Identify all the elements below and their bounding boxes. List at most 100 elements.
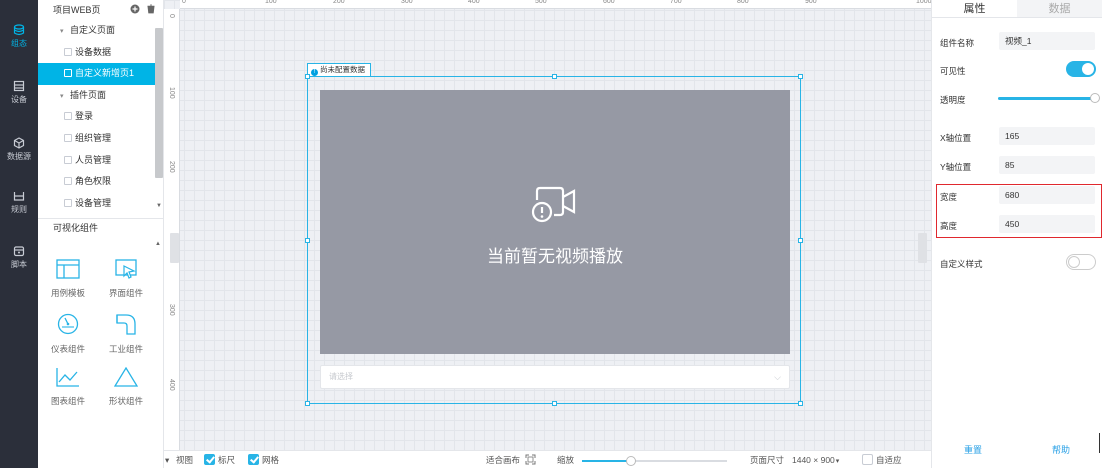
x-position-input[interactable]: 165 [999,127,1095,145]
rail-label: 规则 [11,205,27,214]
component-name-input[interactable]: 视频_1 [999,32,1095,50]
status-tag-label: 尚未配置数据 [320,65,365,74]
collapse-left-handle[interactable] [170,233,179,263]
y-position-input[interactable]: 85 [999,156,1095,174]
layers-icon [13,24,25,36]
tree-item-login[interactable]: 登录 [38,106,163,128]
tree-label: 自定义新增页1 [75,68,135,79]
fit-screen-icon [525,454,536,465]
ui-cursor-icon [115,259,137,279]
collapse-right-handle[interactable] [918,233,927,263]
ruler-tick: 800 [737,0,749,5]
scroll-up-icon[interactable]: ▲ [155,241,161,247]
resize-handle-t[interactable] [552,74,557,79]
info-icon: ! [311,69,318,76]
template-icon [56,259,80,279]
tree-group-custom[interactable]: ▾ 自定义页面 [38,20,163,42]
rail-item-config[interactable]: 组态 [0,24,38,49]
resize-handle-bl[interactable] [305,401,310,406]
component-template[interactable]: 用例模板 [43,259,93,299]
ruler-tick: 600 [603,0,615,5]
checkbox-checked-icon[interactable] [204,454,215,465]
height-input[interactable]: 450 [999,215,1095,233]
video-source-select[interactable]: 请选择 ⌵ [320,365,790,389]
auto-fit-toggle[interactable]: 自适应 [862,454,902,466]
resize-handle-tr[interactable] [798,74,803,79]
tree-scrollbar[interactable] [155,28,163,178]
help-button[interactable]: 帮助 [1052,443,1070,456]
rail-item-datasource[interactable]: 数据源 [0,137,38,162]
tree-item-device-data[interactable]: 设备数据 [38,42,163,64]
properties-tabs: 属性 数据 [932,0,1102,18]
rail-item-device[interactable]: 设备 [0,80,38,105]
scroll-down-icon[interactable]: ▼ [156,203,162,209]
reset-button[interactable]: 重置 [964,443,982,456]
component-ui[interactable]: 界面组件 [101,259,151,299]
add-circle-icon[interactable] [130,4,140,14]
resize-handle-b[interactable] [552,401,557,406]
tree-item-device-management[interactable]: 设备管理 [38,193,163,215]
trash-icon[interactable] [146,4,156,14]
ruler-tick: 500 [535,0,547,5]
tab-properties[interactable]: 属性 [932,0,1017,17]
page-icon [64,198,72,207]
opacity-slider-knob[interactable] [1090,93,1100,103]
tree-item-custom-new-page[interactable]: 自定义新增页1 [38,63,163,85]
project-title: 项目WEB页 [53,5,101,15]
tree-item-role-permissions[interactable]: 角色权限 [38,171,163,193]
custom-style-toggle[interactable] [1066,254,1096,270]
component-chart[interactable]: 图表组件 [43,367,93,407]
rail-item-rules[interactable]: 规则 [0,190,38,215]
resize-handle-tl[interactable] [305,74,310,79]
tree-label: 人员管理 [75,154,112,165]
visibility-toggle[interactable] [1066,61,1096,77]
grid-toggle[interactable]: 网格 [248,454,279,466]
ruler-tick: 700 [670,0,682,5]
tree-label: 登录 [75,111,94,122]
ruler-tick: 200 [333,0,345,5]
tree-label: 角色权限 [75,176,112,187]
ruler-toggle-label: 标尺 [218,455,236,465]
resize-handle-br[interactable] [798,401,803,406]
ruler-toggle[interactable]: 标尺 [204,454,235,466]
component-gauge[interactable]: 仪表组件 [43,313,93,355]
components-panel: 可视化组件 ▲ 用例模板 界面组件 仪表组件 工业组件 图表组件 形状组件 [38,218,164,468]
no-video-message: 当前暂无视频播放 [487,247,623,266]
scroll-down-icon[interactable]: ▾ [165,454,169,466]
height-label: 高度 [940,221,958,231]
gauge-icon [57,313,79,335]
tree-item-people-management[interactable]: 人员管理 [38,150,163,172]
toggle-knob [1082,63,1094,75]
opacity-slider[interactable] [998,97,1092,100]
tree-item-org-management[interactable]: 组织管理 [38,128,163,150]
page-size-label: 页面尺寸 [750,455,785,465]
zoom-label: 缩放 [557,455,575,465]
width-label: 宽度 [940,192,958,202]
ruler-tick: 100 [265,0,277,5]
components-title: 可视化组件 [53,223,99,233]
page-icon [64,155,72,164]
video-player[interactable]: 当前暂无视频播放 [320,90,790,354]
tree-group-plugin[interactable]: ▾ 插件页面 [38,85,163,107]
opacity-label: 透明度 [940,95,966,105]
checkbox-unchecked-icon[interactable] [862,454,873,465]
zoom-slider[interactable] [582,456,727,466]
fit-canvas-button[interactable]: 适合画布 [486,454,536,466]
visibility-label: 可见性 [940,66,966,76]
page-icon [64,47,72,56]
rail-item-script[interactable]: 脚本 [0,245,38,270]
zoom-slider-knob[interactable] [626,456,637,466]
tab-data[interactable]: 数据 [1017,0,1102,17]
checkbox-checked-icon[interactable] [248,454,259,465]
chevron-down-icon: ⌵ [774,372,781,382]
component-shape[interactable]: 形状组件 [101,367,151,407]
video-camera-alert-icon [531,186,576,223]
view-label: 视图 [176,455,194,465]
resize-handle-l[interactable] [305,238,310,243]
text-cursor [1099,433,1100,453]
page-size-select[interactable]: 1440 × 900▾ [792,454,839,468]
width-input[interactable]: 680 [999,186,1095,204]
component-industrial[interactable]: 工业组件 [101,313,151,355]
ruler-left: 0 100 200 300 400 [164,9,180,450]
resize-handle-r[interactable] [798,238,803,243]
